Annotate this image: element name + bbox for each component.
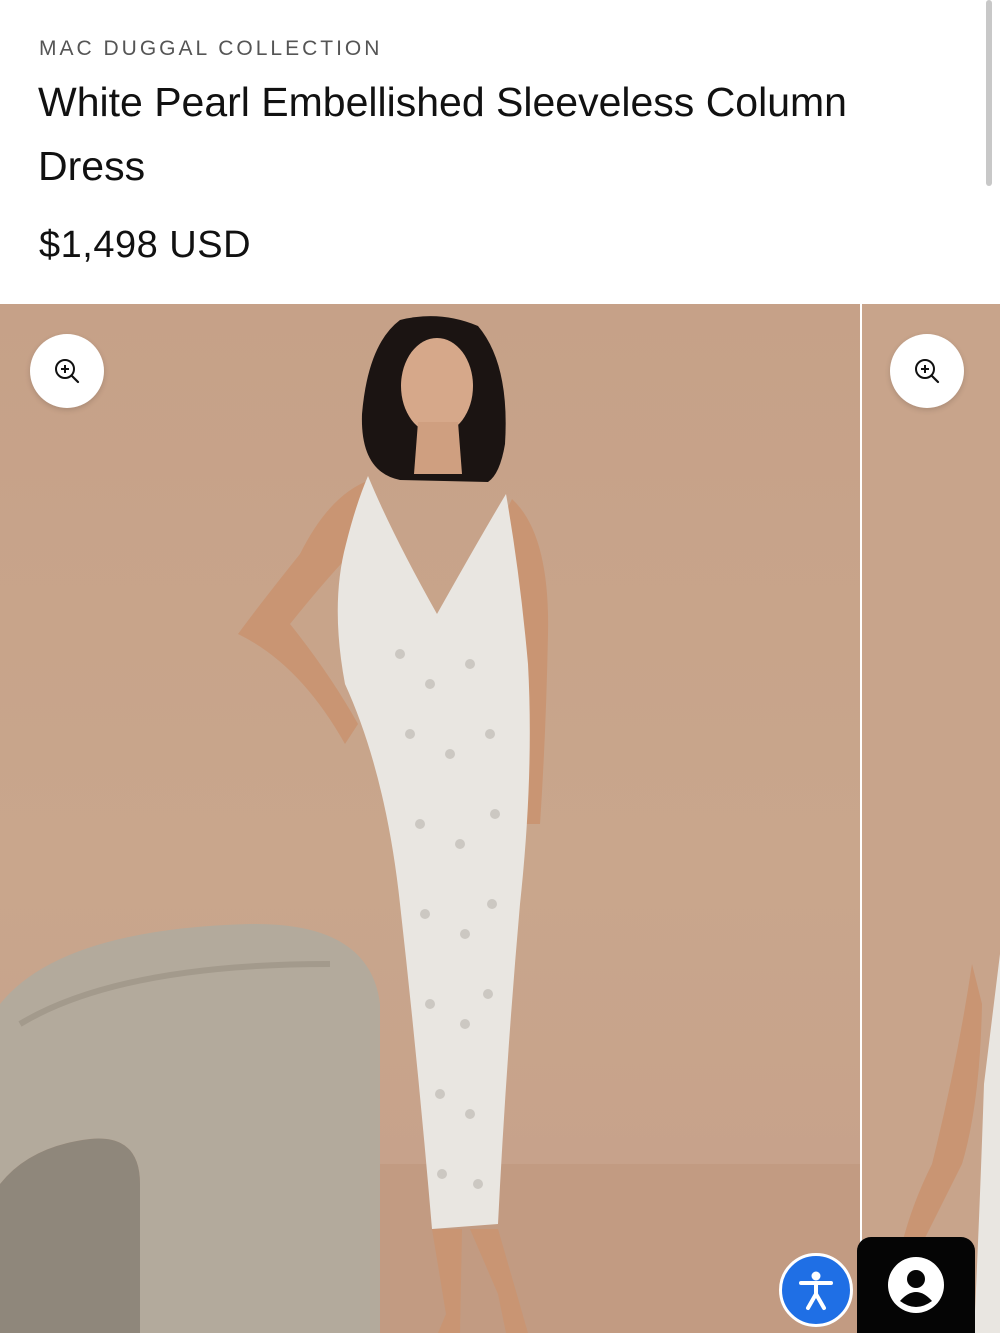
- product-price: $1,498 USD: [39, 224, 252, 266]
- zoom-in-icon: [55, 359, 80, 384]
- accessibility-button[interactable]: [779, 1253, 853, 1327]
- account-icon: [888, 1257, 944, 1313]
- zoom-in-icon: [915, 359, 940, 384]
- product-gallery[interactable]: [0, 304, 1000, 1333]
- zoom-button-next[interactable]: [890, 334, 964, 408]
- scrollbar[interactable]: [986, 0, 992, 186]
- product-title: White Pearl Embellished Sleeveless Colum…: [38, 79, 847, 189]
- brand-name[interactable]: MAC DUGGAL COLLECTION: [39, 37, 382, 61]
- account-button[interactable]: [857, 1237, 975, 1333]
- next-photo-preview: [902, 954, 1000, 1333]
- product-image-main[interactable]: [0, 304, 860, 1333]
- product-image-next[interactable]: [862, 304, 1000, 1333]
- product-photo: [0, 316, 860, 1333]
- zoom-button[interactable]: [30, 334, 104, 408]
- product-header: MAC DUGGAL COLLECTION White Pearl Embell…: [0, 0, 1000, 304]
- accessibility-icon: [799, 1271, 833, 1310]
